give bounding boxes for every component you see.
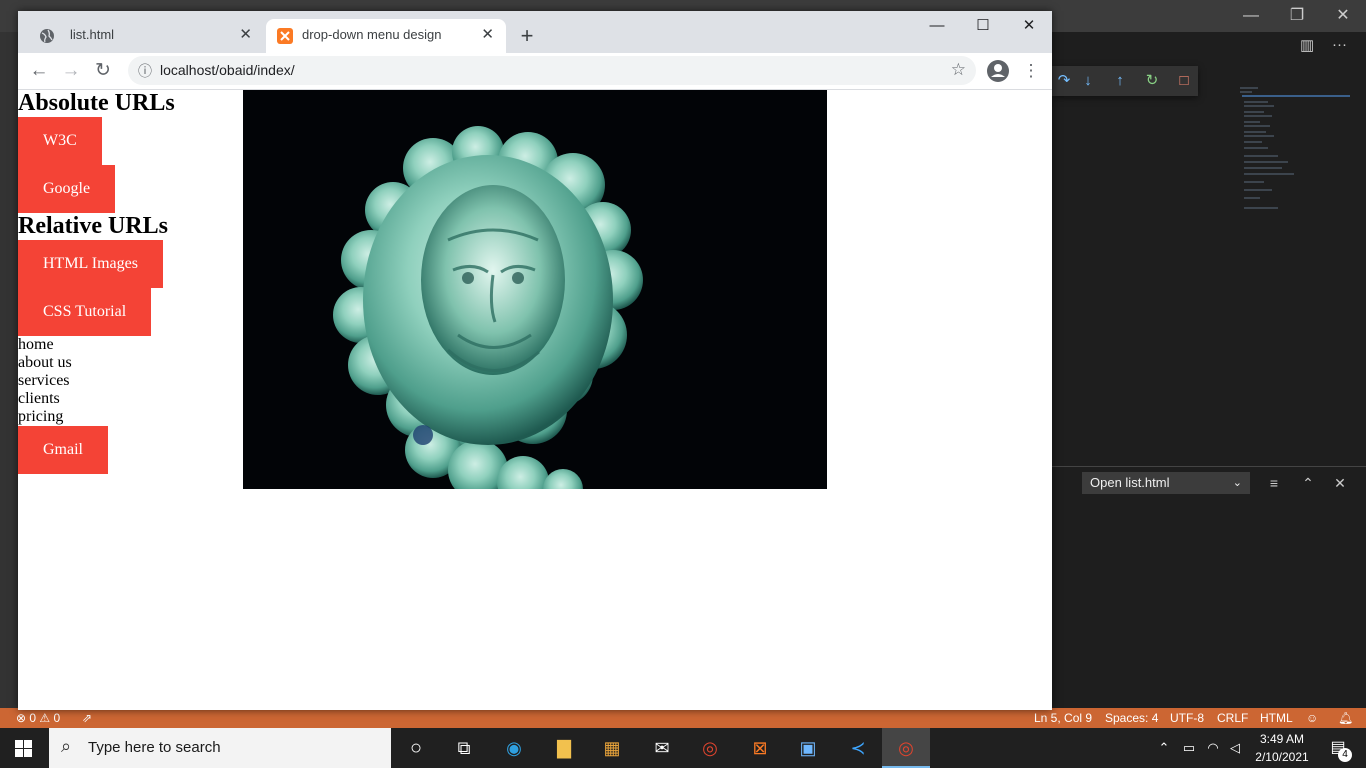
tab-title: list.html: [70, 27, 115, 42]
chrome-maximize-button[interactable]: ☐: [960, 11, 1006, 41]
cortana-icon[interactable]: ○: [392, 728, 440, 768]
tab-close-icon[interactable]: ✕: [239, 25, 252, 43]
tab-strip: list.html ✕ drop-down menu design ✕ + — …: [18, 11, 1052, 53]
windows-start-icon[interactable]: [15, 740, 32, 757]
search-placeholder: Type here to search: [88, 739, 221, 756]
maximize-panel-icon[interactable]: ⌃: [1298, 473, 1318, 493]
vscode-minimize-button[interactable]: —: [1228, 0, 1274, 32]
reload-icon[interactable]: ↻: [90, 59, 116, 83]
gmail-link-button[interactable]: Gmail: [18, 426, 108, 474]
step-out-icon[interactable]: ↑: [1110, 70, 1130, 92]
stop-icon[interactable]: □: [1174, 70, 1194, 92]
minimap[interactable]: [1238, 86, 1354, 216]
chevron-down-icon: ⌄: [1232, 477, 1242, 489]
menu-link-services[interactable]: services: [18, 372, 70, 390]
step-over-icon[interactable]: ↷: [1054, 70, 1074, 92]
url-text: localhost/obaid/index/: [160, 62, 295, 78]
tab-close-icon[interactable]: ✕: [481, 25, 494, 43]
xampp-taskbar-icon[interactable]: ⊠: [736, 728, 784, 768]
vscode-taskbar-icon[interactable]: ≺: [834, 728, 882, 768]
tab-drop-down-menu-design[interactable]: drop-down menu design ✕: [266, 19, 506, 53]
absolute-urls-heading: Absolute URLs: [18, 90, 175, 116]
volume-icon[interactable]: ◁: [1226, 728, 1244, 768]
google-link-button[interactable]: Google: [18, 165, 116, 213]
output-panel: Open list.html ⌄ ≡ ⌃ ✕: [1052, 466, 1366, 709]
address-bar[interactable]: ⓘ localhost/obaid/index/ ☆: [128, 56, 976, 85]
restart-icon[interactable]: ↻: [1142, 70, 1162, 92]
live-share-icon[interactable]: ⇗: [82, 708, 92, 728]
language-mode[interactable]: HTML: [1260, 708, 1293, 728]
control-panel-icon[interactable]: ▣: [784, 728, 832, 768]
chrome-menu-icon[interactable]: ⋮: [1018, 59, 1044, 83]
taskbar-search-box[interactable]: ⌕ Type here to search: [49, 728, 391, 768]
wifi-icon[interactable]: ◠: [1204, 728, 1222, 768]
action-center-icon[interactable]: ▤ 4: [1318, 728, 1358, 768]
menu-link-about-us[interactable]: about us: [18, 354, 72, 372]
menu-link-pricing[interactable]: pricing: [18, 408, 63, 426]
vscode-activity-bar: [0, 32, 18, 708]
tray-overflow-chevron-icon[interactable]: ⌃: [1156, 728, 1172, 768]
output-channel-select[interactable]: Open list.html ⌄: [1082, 472, 1250, 494]
browser-toolbar: ← → ↻ ⓘ localhost/obaid/index/ ☆ ⋮: [18, 53, 1052, 90]
battery-icon[interactable]: ▭: [1180, 728, 1198, 768]
more-actions-icon[interactable]: ···: [1332, 36, 1347, 53]
chrome-window: list.html ✕ drop-down menu design ✕ + — …: [18, 11, 1052, 710]
css-tutorial-link-button[interactable]: CSS Tutorial: [18, 288, 152, 336]
indentation-status[interactable]: Spaces: 4: [1105, 708, 1158, 728]
chrome-taskbar-icon[interactable]: ◎: [686, 728, 734, 768]
problems-status[interactable]: ⊗ 0 ⚠ 0: [16, 708, 60, 728]
clock-date: 2/10/2021: [1255, 750, 1309, 764]
vscode-restore-button[interactable]: ❐: [1274, 0, 1320, 32]
eol-status[interactable]: CRLF: [1217, 708, 1248, 728]
notification-count-badge: 4: [1338, 748, 1352, 762]
globe-icon: [40, 29, 54, 43]
edge-browser-icon[interactable]: ◉: [490, 728, 538, 768]
html-images-link-button[interactable]: HTML Images: [18, 240, 163, 288]
smoke-sculpture-image: [243, 90, 827, 489]
relative-urls-heading: Relative URLs: [18, 213, 168, 239]
system-clock[interactable]: 3:49 AM 2/10/2021: [1250, 730, 1314, 766]
microsoft-store-icon[interactable]: ▦: [588, 728, 636, 768]
chrome-minimize-button[interactable]: —: [914, 11, 960, 41]
mail-icon[interactable]: ✉: [638, 728, 686, 768]
task-view-icon[interactable]: ⧉: [440, 728, 488, 768]
tab-list-html[interactable]: list.html ✕: [26, 19, 264, 53]
profile-avatar-icon[interactable]: [986, 59, 1010, 83]
output-channel-label: Open list.html: [1090, 475, 1170, 490]
page-viewport: Absolute URLs W3C Google Relative URLs H…: [18, 90, 1052, 710]
w3c-link-button[interactable]: W3C: [18, 117, 102, 165]
notifications-bell-icon[interactable]: 🔔︎: [1338, 708, 1353, 728]
search-icon: ⌕: [61, 736, 72, 756]
encoding-status[interactable]: UTF-8: [1170, 708, 1204, 728]
xampp-icon: [277, 28, 293, 44]
step-into-icon[interactable]: ↓: [1078, 70, 1098, 92]
clear-output-icon[interactable]: ≡: [1264, 473, 1284, 493]
menu-link-home[interactable]: home: [18, 336, 54, 354]
tab-title: drop-down menu design: [302, 27, 442, 42]
menu-link-clients[interactable]: clients: [18, 390, 60, 408]
bookmark-star-icon[interactable]: ☆: [951, 60, 966, 80]
forward-arrow-icon[interactable]: →: [58, 59, 84, 83]
windows-taskbar: ⌕ Type here to search ○ ⧉ ◉ ▇ ▦ ✉ ◎ ⊠ ▣ …: [0, 728, 1366, 768]
new-tab-button[interactable]: +: [514, 23, 540, 49]
chrome-active-taskbar-icon[interactable]: ◎: [882, 728, 930, 768]
file-explorer-icon[interactable]: ▇: [540, 728, 588, 768]
feedback-icon[interactable]: ☺: [1306, 708, 1318, 728]
debug-toolbar: ↷ ↓ ↑ ↻ □: [1052, 66, 1198, 96]
editor-actions: ▥ ···: [1290, 36, 1366, 58]
clock-time: 3:49 AM: [1259, 732, 1305, 746]
cursor-position[interactable]: Ln 5, Col 9: [1034, 708, 1092, 728]
vscode-status-bar: ⊗ 0 ⚠ 0 ⇗ Ln 5, Col 9 Spaces: 4 UTF-8 CR…: [0, 708, 1366, 728]
close-panel-icon[interactable]: ✕: [1330, 473, 1350, 493]
vscode-close-button[interactable]: ✕: [1320, 0, 1366, 32]
back-arrow-icon[interactable]: ←: [26, 59, 52, 83]
info-icon[interactable]: ⓘ: [138, 61, 152, 81]
chrome-close-button[interactable]: ✕: [1006, 11, 1052, 41]
split-editor-icon[interactable]: ▥: [1300, 36, 1314, 54]
